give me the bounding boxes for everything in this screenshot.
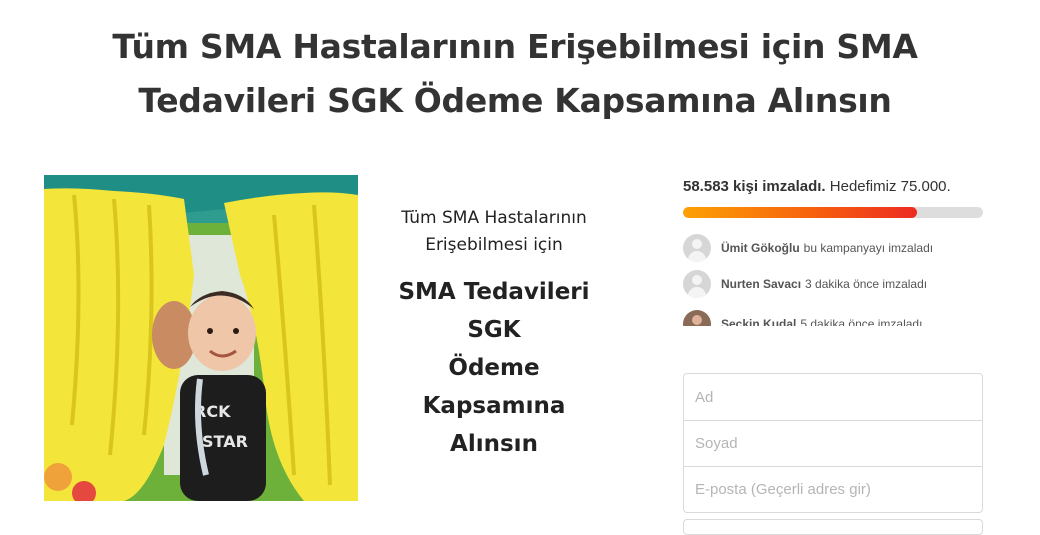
- first-name-input[interactable]: [684, 374, 982, 420]
- poster-bold-line: SGK: [467, 317, 521, 343]
- child-photo-image: RCK STAR: [44, 175, 358, 501]
- poster-bold-line: Kapsamına: [422, 393, 566, 419]
- signer-action: 3 dakika önce imzaladı: [805, 277, 928, 291]
- signer-action: 5 dakika önce imzaladı: [800, 317, 923, 326]
- poster-bold-line: Ödeme: [448, 355, 540, 381]
- signer-name: Seçkin Kudal: [721, 317, 797, 326]
- signer-item: Ümit Gökoğlu bu kampanyayı imzaladı: [683, 228, 983, 268]
- poster-text: Tüm SMA Hastalarının Erişebilmesi için S…: [374, 205, 614, 463]
- recent-signers-list: Ümit Gökoğlu bu kampanyayı imzaladı Nurt…: [683, 228, 983, 326]
- goal-text: Hedefimiz 75.000.: [829, 178, 951, 195]
- petition-photo: RCK STAR: [44, 175, 358, 501]
- poster-line: Tüm SMA Hastalarının: [401, 208, 587, 228]
- poster-line: Erişebilmesi için: [425, 235, 563, 255]
- page-title: Tüm SMA Hastalarının Erişebilmesi için S…: [112, 27, 918, 120]
- default-avatar-icon: [683, 234, 711, 262]
- user-photo-avatar: [683, 310, 711, 326]
- poster-bold-line: SMA Tedavileri: [398, 279, 590, 305]
- default-avatar-icon: [683, 270, 711, 298]
- signature-count: 58.583 kişi imzaladı. Hedefimiz 75.000.: [683, 175, 983, 199]
- last-name-input[interactable]: [684, 420, 982, 466]
- signature-form: [683, 373, 983, 513]
- signed-count: 58.583 kişi imzaladı.: [683, 178, 826, 195]
- poster-bold-line: Alınsın: [450, 431, 538, 457]
- signer-item: Seçkin Kudal 5 dakika önce imzaladı: [683, 304, 983, 326]
- signer-name: Ümit Gökoğlu: [721, 241, 800, 255]
- signer-name: Nurten Savacı: [721, 277, 802, 291]
- progress-bar-fill: [683, 207, 918, 218]
- signer-action: bu kampanyayı imzaladı: [803, 241, 934, 255]
- svg-text:STAR: STAR: [202, 432, 248, 451]
- email-input[interactable]: [684, 466, 982, 512]
- petition-media: RCK STAR Tüm SMA Hastalarının Erişebilme…: [44, 175, 604, 501]
- signer-item: Nurten Savacı 3 dakika önce imzaladı: [683, 264, 983, 304]
- next-form-field[interactable]: [683, 519, 983, 535]
- signature-sidebar: 58.583 kişi imzaladı. Hedefimiz 75.000. …: [683, 175, 983, 326]
- progress-bar: [683, 207, 983, 218]
